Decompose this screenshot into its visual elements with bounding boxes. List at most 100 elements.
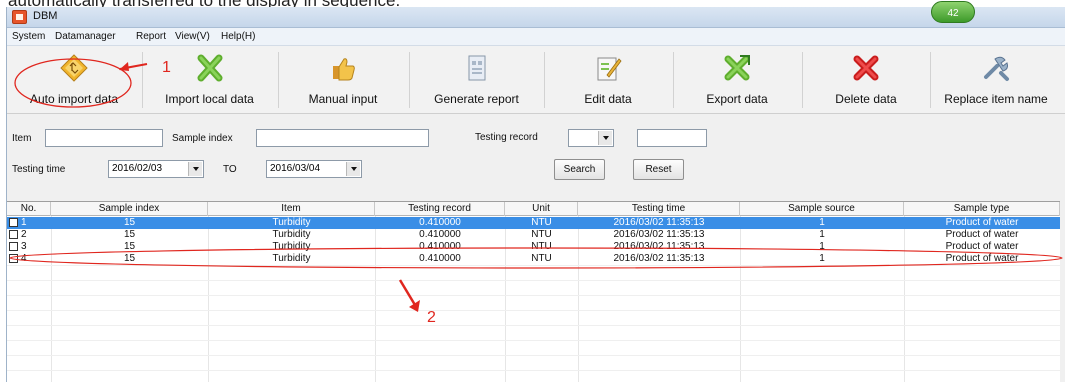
app-icon <box>12 10 27 24</box>
annotation-marker-1: 1 <box>162 59 171 76</box>
data-table: No. Sample index Item Testing record Uni… <box>7 201 1060 382</box>
auto-import-icon <box>60 54 88 82</box>
menu-report[interactable]: Report <box>136 31 166 42</box>
export-data-button[interactable]: Export data <box>678 51 796 111</box>
cell-testing-time: 2016/03/02 11:35:13 <box>613 253 705 264</box>
grid-line <box>7 265 1060 266</box>
testing-record-label: Testing record <box>475 132 538 143</box>
date-to-picker[interactable]: 2016/03/04 <box>266 160 362 178</box>
replace-item-name-button[interactable]: Replace item name <box>933 51 1059 111</box>
filter-panel: Item Sample index Testing record Testing… <box>7 115 1065 199</box>
toolbar-separator <box>930 52 931 108</box>
cell-unit: NTU <box>531 241 552 252</box>
replace-item-icon <box>984 56 1009 81</box>
column-header-item[interactable]: Item <box>208 202 375 216</box>
item-input[interactable] <box>45 129 163 147</box>
cell-item: Turbidity <box>272 253 311 264</box>
row-checkbox[interactable] <box>9 230 18 239</box>
cell-testing-time: 2016/03/02 11:35:13 <box>613 229 705 240</box>
cell-item: Turbidity <box>272 217 311 228</box>
to-label: TO <box>223 164 237 175</box>
manual-input-button[interactable]: Manual input <box>283 51 403 111</box>
menu-bar: System Datamanager Report View(V) Help(H… <box>7 28 1065 46</box>
edit-data-label: Edit data <box>584 92 632 106</box>
search-button[interactable]: Search <box>554 159 605 180</box>
column-header-sample-index[interactable]: Sample index <box>51 202 208 216</box>
item-label: Item <box>12 133 32 144</box>
column-header-sample-type[interactable]: Sample type <box>904 202 1060 216</box>
row-checkbox[interactable] <box>9 254 18 263</box>
cell-no: 2 <box>21 229 27 240</box>
cell-sample-source: 1 <box>819 229 825 240</box>
cell-sample-index: 15 <box>123 241 136 252</box>
cell-sample-index: 15 <box>123 229 136 240</box>
table-row[interactable]: 1 15 Turbidity 0.410000 NTU 2016/03/02 1… <box>7 217 1060 229</box>
grid-line <box>7 370 1060 371</box>
column-header-unit[interactable]: Unit <box>505 202 578 216</box>
testing-record-operator-select[interactable] <box>568 129 614 147</box>
cell-testing-record: 0.410000 <box>419 229 461 240</box>
cell-testing-record: 0.410000 <box>419 217 461 228</box>
toolbar-separator <box>544 52 545 108</box>
cell-item: Turbidity <box>272 241 311 252</box>
generate-report-icon <box>468 55 485 81</box>
manual-input-icon <box>333 58 355 81</box>
cell-sample-type: Product of water <box>945 217 1019 228</box>
edit-data-icon <box>597 57 622 81</box>
row-checkbox[interactable] <box>9 242 18 251</box>
date-from-value: 2016/02/03 <box>112 163 163 174</box>
delete-data-button[interactable]: Delete data <box>807 51 925 111</box>
edit-data-button[interactable]: Edit data <box>549 51 667 111</box>
cell-testing-record: 0.410000 <box>419 241 461 252</box>
auto-import-button[interactable]: Auto import data <box>13 51 135 111</box>
column-header-sample-source[interactable]: Sample source <box>740 202 904 216</box>
cell-sample-source: 1 <box>819 253 825 264</box>
delete-data-icon <box>853 55 879 81</box>
menu-system[interactable]: System <box>12 31 45 42</box>
cell-sample-index: 15 <box>123 253 136 264</box>
menu-datamanager[interactable]: Datamanager <box>55 31 116 42</box>
cell-sample-source: 1 <box>819 241 825 252</box>
chevron-down-icon[interactable] <box>346 162 360 176</box>
cell-item: Turbidity <box>272 229 311 240</box>
table-row[interactable]: 2 15 Turbidity 0.410000 NTU 2016/03/02 1… <box>7 229 1060 241</box>
column-header-testing-time[interactable]: Testing time <box>578 202 740 216</box>
cell-sample-index: 15 <box>123 217 136 228</box>
toolbar-separator <box>278 52 279 108</box>
sample-index-label: Sample index <box>172 133 233 144</box>
table-row[interactable]: 3 15 Turbidity 0.410000 NTU 2016/03/02 1… <box>7 241 1060 253</box>
title-bar: DBM 42 <box>7 1 1065 28</box>
date-from-picker[interactable]: 2016/02/03 <box>108 160 204 178</box>
window-title: DBM <box>33 10 58 22</box>
table-row[interactable]: 4 15 Turbidity 0.410000 NTU 2016/03/02 1… <box>7 253 1060 265</box>
cell-no: 1 <box>21 217 27 228</box>
testing-record-input[interactable] <box>637 129 707 147</box>
grid-line <box>7 310 1060 311</box>
grid-line <box>7 295 1060 296</box>
grid-line <box>7 340 1060 341</box>
toolbar-separator <box>409 52 410 108</box>
column-header-no[interactable]: No. <box>7 202 51 216</box>
toolbar: Auto import data Import local data Manua… <box>7 46 1065 114</box>
cell-sample-type: Product of water <box>945 241 1019 252</box>
cell-unit: NTU <box>531 229 552 240</box>
cell-testing-time: 2016/03/02 11:35:13 <box>613 241 705 252</box>
reset-button[interactable]: Reset <box>633 159 684 180</box>
menu-help[interactable]: Help(H) <box>221 31 255 42</box>
import-local-icon <box>197 54 222 82</box>
chevron-down-icon[interactable] <box>598 131 612 145</box>
sample-index-input[interactable] <box>256 129 429 147</box>
generate-report-label: Generate report <box>434 92 519 106</box>
table-header: No. Sample index Item Testing record Uni… <box>7 202 1060 216</box>
toolbar-separator <box>802 52 803 108</box>
row-checkbox[interactable] <box>9 218 18 227</box>
toolbar-separator <box>673 52 674 108</box>
auto-import-label: Auto import data <box>29 92 119 106</box>
generate-report-button[interactable]: Generate report <box>414 51 539 111</box>
grid-line <box>7 325 1060 326</box>
cell-no: 3 <box>21 241 27 252</box>
cell-sample-type: Product of water <box>945 229 1019 240</box>
column-header-testing-record[interactable]: Testing record <box>375 202 505 216</box>
menu-view[interactable]: View(V) <box>175 31 210 42</box>
chevron-down-icon[interactable] <box>188 162 202 176</box>
